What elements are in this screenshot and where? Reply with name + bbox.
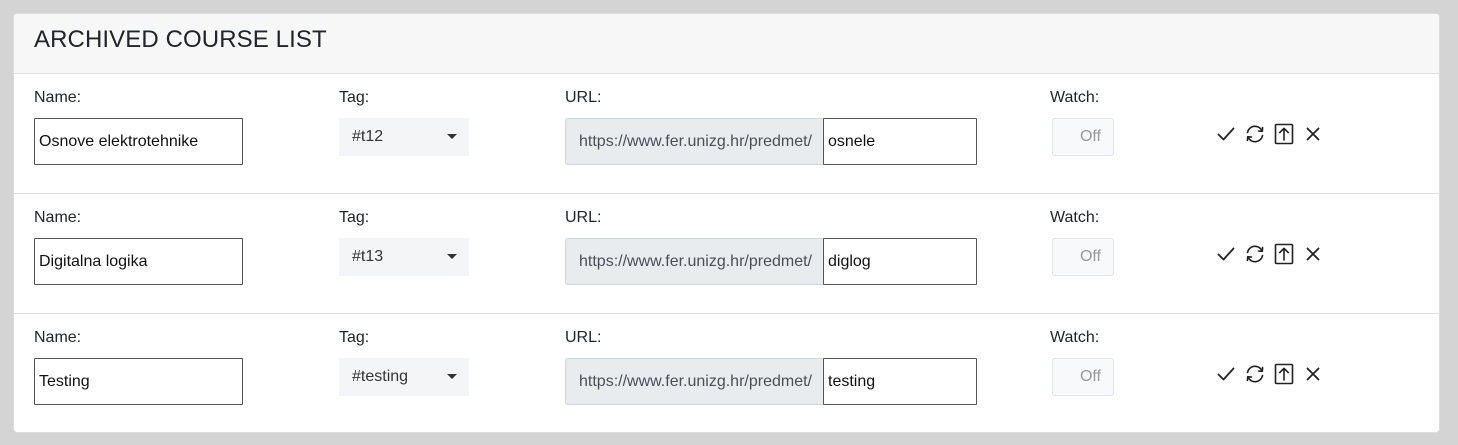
check-icon[interactable] (1214, 122, 1238, 146)
tag-select-value: #t13 (352, 248, 384, 265)
close-icon[interactable] (1301, 122, 1325, 146)
watch-toggle-label: Off (1079, 368, 1101, 385)
url-slug-input[interactable] (823, 118, 977, 165)
refresh-icon[interactable] (1243, 242, 1267, 266)
tag-select-value: #testing (352, 368, 409, 385)
watch-toggle-label: Off (1079, 128, 1101, 145)
course-row: Name: Tag: URL: Watch: #testing https://… (14, 314, 1439, 432)
course-name-input[interactable] (34, 118, 243, 165)
close-icon[interactable] (1301, 362, 1325, 386)
url-prefix: https://www.fer.unizg.hr/predmet/ (565, 118, 824, 165)
course-name-input[interactable] (34, 358, 243, 405)
url-prefix: https://www.fer.unizg.hr/predmet/ (565, 358, 824, 405)
tag-select[interactable]: #t12 (339, 118, 469, 156)
url-label: URL: (565, 209, 602, 226)
refresh-icon[interactable] (1243, 122, 1267, 146)
caret-down-icon (447, 254, 457, 259)
watch-label: Watch: (1050, 209, 1100, 226)
name-label: Name: (34, 329, 82, 346)
close-icon[interactable] (1301, 242, 1325, 266)
row-actions (1214, 122, 1330, 146)
caret-down-icon (447, 134, 457, 139)
url-slug-input[interactable] (823, 358, 977, 405)
check-icon[interactable] (1214, 242, 1238, 266)
archived-course-card: ARCHIVED COURSE LIST Name: Tag: URL: Wat… (13, 13, 1440, 433)
name-label: Name: (34, 209, 82, 226)
watch-toggle-label: Off (1079, 248, 1101, 265)
watch-toggle[interactable]: Off (1052, 238, 1114, 276)
tag-label: Tag: (339, 89, 370, 106)
upload-icon[interactable] (1272, 122, 1296, 146)
watch-toggle[interactable]: Off (1052, 358, 1114, 396)
tag-label: Tag: (339, 329, 370, 346)
page-title: ARCHIVED COURSE LIST (34, 26, 327, 53)
upload-icon[interactable] (1272, 362, 1296, 386)
url-label: URL: (565, 329, 602, 346)
check-icon[interactable] (1214, 362, 1238, 386)
refresh-icon[interactable] (1243, 362, 1267, 386)
tag-select[interactable]: #t13 (339, 238, 469, 276)
course-row: Name: Tag: URL: Watch: #t13 https://www.… (14, 194, 1439, 314)
url-prefix: https://www.fer.unizg.hr/predmet/ (565, 238, 824, 285)
row-actions (1214, 362, 1330, 386)
name-label: Name: (34, 89, 82, 106)
row-actions (1214, 242, 1330, 266)
watch-label: Watch: (1050, 89, 1100, 106)
upload-icon[interactable] (1272, 242, 1296, 266)
url-slug-input[interactable] (823, 238, 977, 285)
tag-select[interactable]: #testing (339, 358, 469, 396)
tag-label: Tag: (339, 209, 370, 226)
watch-toggle[interactable]: Off (1052, 118, 1114, 156)
tag-select-value: #t12 (352, 128, 384, 145)
watch-label: Watch: (1050, 329, 1100, 346)
url-label: URL: (565, 89, 602, 106)
course-row: Name: Tag: URL: Watch: #t12 https://www.… (14, 74, 1439, 194)
course-name-input[interactable] (34, 238, 243, 285)
card-header: ARCHIVED COURSE LIST (14, 14, 1439, 74)
caret-down-icon (447, 374, 457, 379)
